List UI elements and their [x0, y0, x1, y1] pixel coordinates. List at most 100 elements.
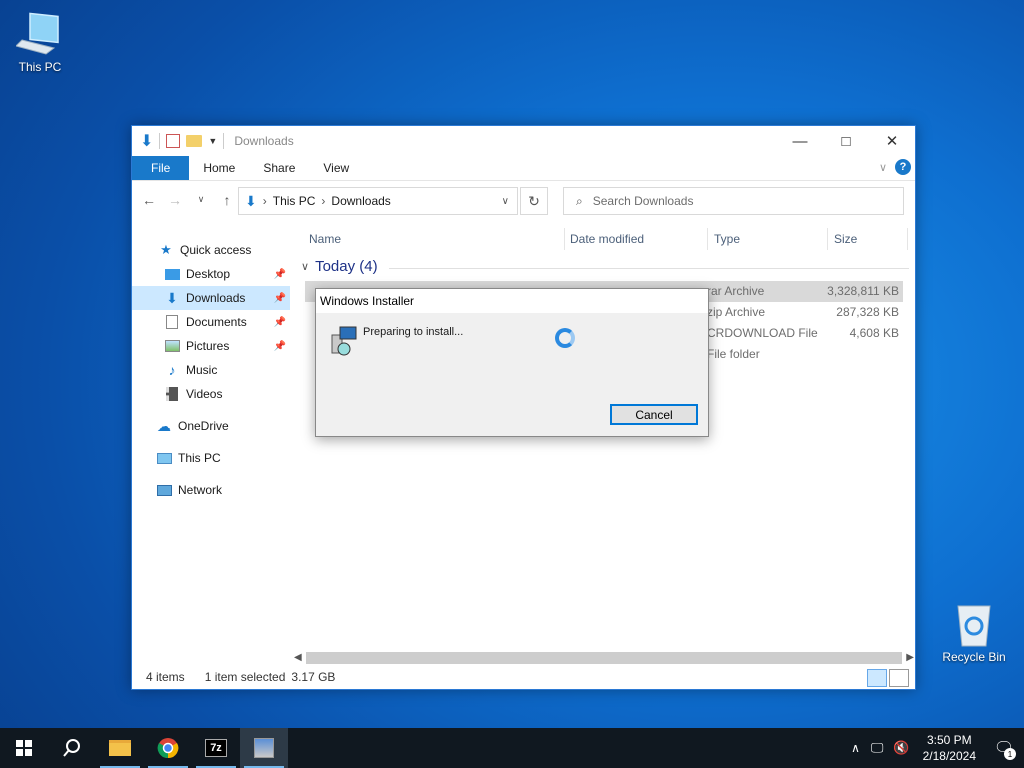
pin-icon: 📌 [273, 316, 286, 328]
nav-music[interactable]: ♪ Music [132, 358, 290, 382]
search-icon: ⌕ [576, 193, 583, 208]
nav-this-pc[interactable]: This PC [132, 446, 290, 470]
desktop-icon-label: Recycle Bin [942, 650, 1006, 664]
tab-file[interactable]: File [132, 156, 190, 180]
maximize-button[interactable]: □ [823, 126, 869, 156]
recycle-bin-icon [950, 600, 998, 648]
help-icon[interactable]: ? [895, 159, 911, 175]
tab-share[interactable]: Share [249, 156, 309, 180]
nav-videos[interactable]: Videos [132, 382, 290, 406]
back-button[interactable]: ← [138, 192, 160, 208]
expand-ribbon-icon[interactable]: ∨ [879, 161, 887, 174]
forward-button[interactable]: → [164, 192, 186, 208]
column-date-modified[interactable]: Date modified [570, 228, 644, 250]
address-bar[interactable]: ⬇ › This PC › Downloads ∨ [238, 187, 518, 215]
breadcrumb-downloads[interactable]: Downloads [331, 194, 390, 208]
notification-center-button[interactable]: 🗨 1 [984, 728, 1024, 768]
start-button[interactable] [0, 728, 48, 768]
folder-icon [109, 740, 131, 756]
documents-icon [164, 314, 180, 330]
address-dropdown-icon[interactable]: ∨ [502, 196, 509, 207]
breadcrumb-this-pc[interactable]: This PC [273, 194, 316, 208]
taskbar-file-explorer[interactable] [96, 728, 144, 768]
chevron-down-icon: ∨ [301, 261, 310, 273]
window-title: Downloads [234, 134, 294, 148]
download-arrow-icon: ⬇ [140, 133, 154, 150]
status-bar: 4 items 1 item selected 3.17 GB [132, 665, 915, 689]
pictures-icon [164, 338, 180, 354]
column-name[interactable]: Name [309, 228, 341, 250]
desktop-icon-recycle-bin[interactable]: Recycle Bin [934, 600, 1014, 664]
minimize-button[interactable]: — [777, 126, 823, 156]
star-icon: ★ [160, 242, 172, 257]
taskbar-installer[interactable] [240, 728, 288, 768]
search-placeholder: Search Downloads [592, 194, 694, 208]
system-tray: ∧ 🖵 🔇 3:50 PM 2/18/2024 🗨 1 [845, 728, 1024, 768]
pin-icon: 📌 [273, 340, 286, 352]
desktop-icon-this-pc[interactable]: This PC [0, 10, 80, 74]
properties-icon[interactable] [166, 134, 181, 148]
download-arrow-icon: ⬇ [245, 192, 257, 209]
scroll-left-icon[interactable]: ◀ [294, 652, 302, 663]
nav-quick-access[interactable]: ★ Quick access [132, 238, 290, 262]
selection-count: 1 item selected [204, 670, 286, 684]
navigation-pane: ★ Quick access Desktop 📌 ⬇ Downloads 📌 D… [132, 238, 290, 502]
item-count: 4 items [146, 670, 185, 684]
recent-locations-icon[interactable]: ∨ [190, 194, 212, 205]
loading-spinner [555, 328, 575, 348]
installer-dialog: Windows Installer Preparing to install..… [315, 288, 709, 437]
qat-dropdown-icon[interactable]: ▼ [208, 136, 217, 146]
this-pc-icon [15, 10, 64, 58]
taskbar: 7z ∧ 🖵 🔇 3:50 PM 2/18/2024 🗨 1 [0, 728, 1024, 768]
selection-size: 3.17 GB [291, 670, 336, 684]
nav-onedrive[interactable]: ☁ OneDrive [132, 414, 290, 438]
nav-network[interactable]: Network [132, 478, 290, 502]
music-icon: ♪ [168, 362, 176, 378]
new-folder-icon[interactable] [186, 135, 203, 147]
tab-home[interactable]: Home [189, 156, 249, 180]
horizontal-scrollbar[interactable]: ◀ ▶ [294, 649, 914, 666]
notification-badge: 1 [1004, 748, 1016, 760]
clock-date: 2/18/2024 [922, 749, 976, 763]
file-list: Name Date modified Type Size ∨ Today (4)… [297, 222, 912, 652]
desktop: This PC Recycle Bin ⬇ ▼ Downloads — □ ✕ … [0, 0, 1024, 728]
up-button[interactable]: ↑ [216, 192, 238, 208]
search-button[interactable] [48, 728, 96, 768]
chrome-icon [157, 738, 179, 759]
dialog-title: Windows Installer [316, 289, 708, 313]
download-arrow-icon: ⬇ [166, 289, 178, 306]
column-size[interactable]: Size [834, 228, 857, 250]
search-input[interactable]: ⌕ Search Downloads [563, 187, 904, 215]
close-button[interactable]: ✕ [869, 126, 915, 156]
search-icon [63, 739, 80, 757]
installer-message: Preparing to install... [363, 326, 464, 338]
column-type[interactable]: Type [714, 228, 740, 250]
7zip-icon: 7z [205, 739, 227, 757]
cloud-icon: ☁ [157, 417, 171, 434]
network-icon[interactable]: 🖵 [866, 740, 889, 756]
show-hidden-icons-icon[interactable]: ∧ [845, 741, 866, 755]
scroll-right-icon[interactable]: ▶ [906, 652, 914, 663]
videos-icon [164, 386, 180, 402]
group-header[interactable]: ∨ Today (4) [301, 258, 378, 275]
nav-pictures[interactable]: Pictures 📌 [132, 334, 290, 358]
taskbar-7zip[interactable]: 7z [192, 728, 240, 768]
title-bar: ⬇ ▼ Downloads — □ ✕ [132, 126, 915, 156]
nav-desktop[interactable]: Desktop 📌 [132, 262, 290, 286]
refresh-button[interactable]: ↻ [520, 187, 548, 215]
tab-view[interactable]: View [309, 156, 363, 180]
computer-icon [156, 450, 172, 466]
nav-downloads[interactable]: ⬇ Downloads 📌 [132, 286, 290, 310]
pin-icon: 📌 [273, 268, 286, 280]
large-icons-view-button[interactable] [889, 669, 909, 687]
clock[interactable]: 3:50 PM 2/18/2024 [915, 732, 984, 764]
desktop-icon-label: This PC [18, 60, 62, 74]
volume-muted-icon[interactable]: 🔇 [888, 740, 914, 756]
ribbon-tabs: File Home Share View ∨ ? [132, 156, 915, 180]
nav-documents[interactable]: Documents 📌 [132, 310, 290, 334]
cancel-button[interactable]: Cancel [610, 404, 698, 425]
taskbar-chrome[interactable] [144, 728, 192, 768]
windows-logo-icon [16, 740, 32, 756]
details-view-button[interactable] [867, 669, 887, 687]
pin-icon: 📌 [273, 292, 286, 304]
